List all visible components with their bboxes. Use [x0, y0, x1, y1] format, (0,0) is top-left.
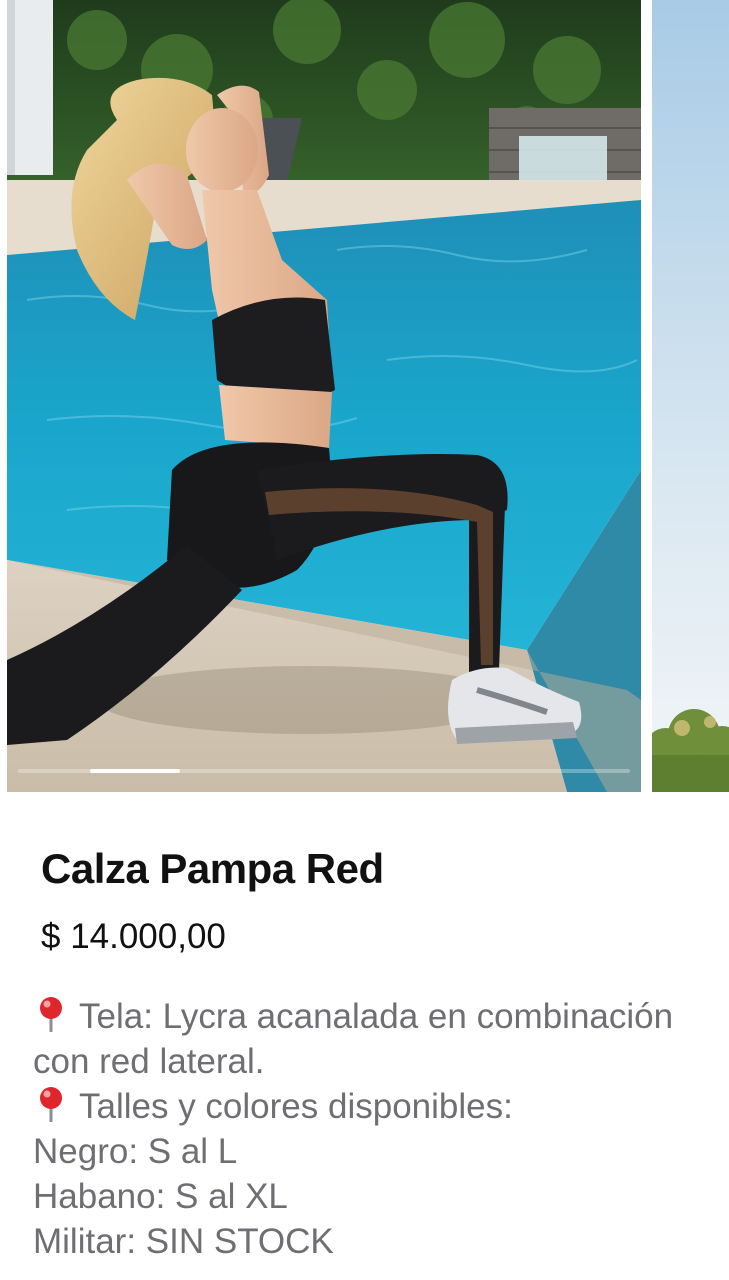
product-title: Calza Pampa Red: [41, 845, 384, 892]
description-text: Militar: SIN STOCK: [33, 1222, 334, 1261]
description-text: Negro: S al L: [33, 1132, 238, 1171]
description-line: Tela: Lycra acanalada en combinación: [33, 994, 723, 1039]
description-line: con red lateral.: [33, 1039, 723, 1084]
next-photo-illustration: [652, 0, 729, 792]
product-image-gallery[interactable]: [0, 0, 729, 792]
product-photo[interactable]: [7, 0, 641, 792]
round-pushpin-icon: [33, 996, 69, 1032]
description-text: con red lateral.: [33, 1042, 265, 1081]
round-pushpin-icon: [33, 1086, 69, 1122]
description-line: Militar: SIN STOCK: [33, 1219, 723, 1264]
product-price: $ 14.000,00: [41, 917, 226, 956]
description-line: Habano: S al XL: [33, 1174, 723, 1219]
description-line: Negro: S al L: [33, 1129, 723, 1174]
product-page: Calza Pampa Red $ 14.000,00 Tela: Lycra …: [0, 0, 729, 1280]
product-description: Tela: Lycra acanalada en combinación con …: [33, 994, 723, 1264]
gallery-page-indicator-active: [90, 769, 180, 773]
description-text: Talles y colores disponibles:: [79, 1087, 513, 1126]
next-product-photo[interactable]: [652, 0, 729, 792]
description-text: Tela: Lycra acanalada en combinación: [79, 997, 674, 1036]
product-photo-illustration: [7, 0, 641, 792]
description-text: Habano: S al XL: [33, 1177, 288, 1216]
description-line: Talles y colores disponibles:: [33, 1084, 723, 1129]
